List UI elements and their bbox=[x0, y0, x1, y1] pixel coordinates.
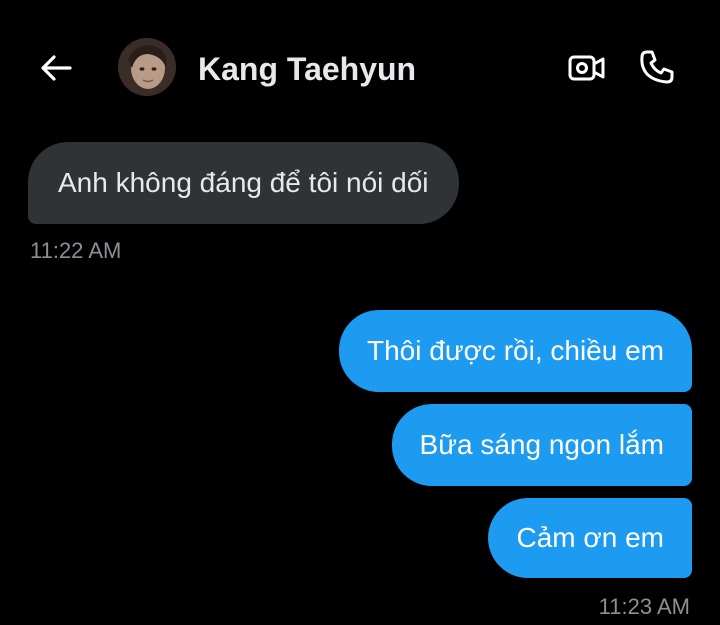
avatar-image bbox=[118, 38, 176, 96]
sent-message-bubble[interactable]: Bữa sáng ngon lắm bbox=[391, 404, 692, 486]
message-timestamp: 11:22 AM bbox=[30, 238, 122, 263]
conversation-header: Kang Taehyun bbox=[0, 0, 720, 136]
message-timestamp: 11:23 AM bbox=[598, 594, 690, 619]
avatar[interactable] bbox=[118, 38, 176, 96]
arrow-left-icon bbox=[41, 55, 72, 81]
voice-call-button[interactable] bbox=[636, 46, 678, 88]
contact-name[interactable]: Kang Taehyun bbox=[198, 48, 416, 90]
sent-message-bubble[interactable]: Thôi được rồi, chiều em bbox=[339, 310, 692, 392]
video-call-button[interactable] bbox=[566, 48, 608, 88]
phone-icon bbox=[640, 50, 674, 84]
video-camera-icon bbox=[568, 55, 605, 81]
sent-message-bubble[interactable]: Cảm ơn em bbox=[488, 498, 692, 578]
back-button[interactable] bbox=[36, 48, 76, 88]
received-message-bubble[interactable]: Anh không đáng để tôi nói dối bbox=[28, 142, 459, 224]
